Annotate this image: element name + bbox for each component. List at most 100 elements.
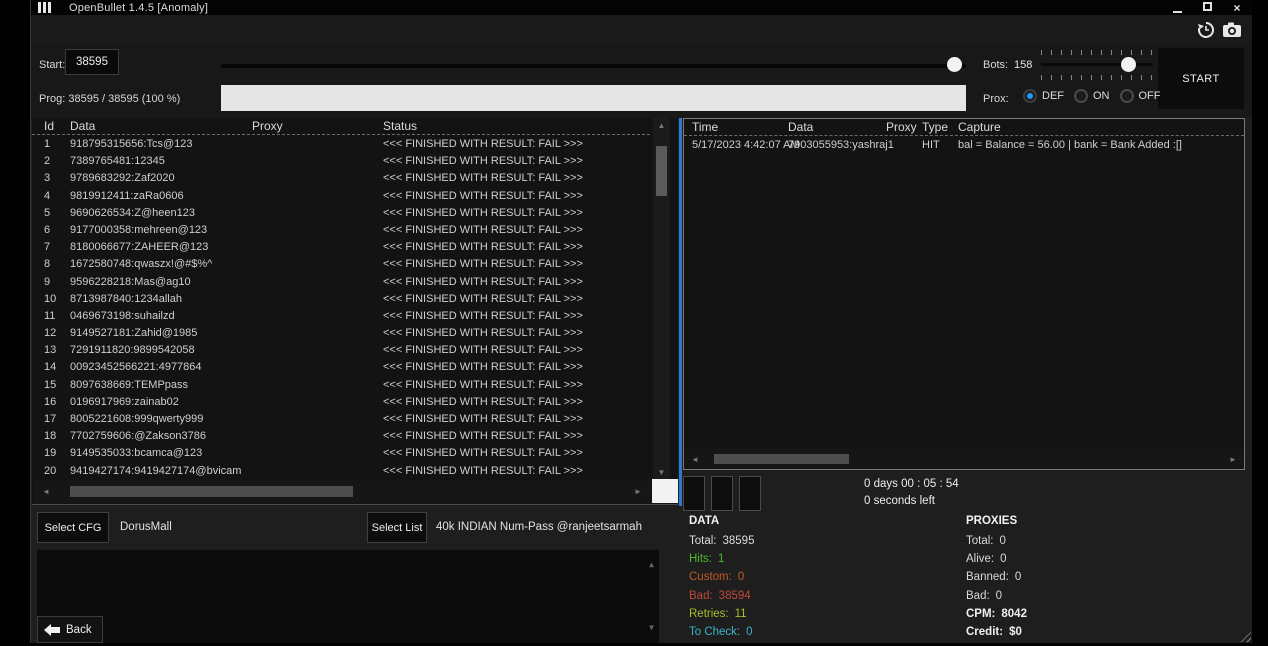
window-title: OpenBullet 1.4.5 [Anomaly] (69, 2, 208, 14)
camera-icon[interactable] (1222, 21, 1242, 39)
select-list-button[interactable]: Select List (367, 512, 427, 543)
scroll-right-icon[interactable]: ► (626, 487, 650, 496)
stat-row: Total:38595 (689, 532, 754, 550)
radio-icon[interactable] (1074, 89, 1088, 103)
table-row[interactable]: 5/17/2023 4:42:07 AM 7903055953:yashraj1… (684, 137, 1244, 154)
stat-row: Alive:0 (966, 550, 1027, 568)
stat-row: Credit:$0 (966, 623, 1027, 641)
data-stats: DATA Total:38595 Hits:1 Custom:0 Bad:385… (689, 515, 754, 641)
title-bar: OpenBullet 1.4.5 [Anomaly] × (31, 0, 1252, 15)
prox-radio-option[interactable]: OFF (1120, 89, 1161, 103)
scroll-right-icon[interactable]: ► (1222, 455, 1244, 464)
table-row[interactable]: 9 9596228218:Mas@ag10 <<< FINISHED WITH … (32, 274, 650, 291)
radio-icon[interactable] (1120, 89, 1134, 103)
runner-controls: Start: Bots: 158 START Prog: 38595 / 385… (31, 45, 1252, 118)
stat-row: Hits:1 (689, 550, 754, 568)
table-row[interactable]: 19 9149535033:bcamca@123 <<< FINISHED WI… (32, 445, 650, 462)
hits-tabs (683, 476, 761, 511)
bots-label: Bots: (983, 59, 1008, 71)
table-row[interactable]: 2 7389765481:12345 <<< FINISHED WITH RES… (32, 153, 650, 170)
prox-radio-option[interactable]: ON (1074, 89, 1110, 103)
table-row[interactable]: 16 0196917969:zainab02 <<< FINISHED WITH… (32, 394, 650, 411)
selected-config-name: DorusMall (120, 521, 172, 533)
scroll-left-icon[interactable]: ◄ (684, 455, 706, 464)
stat-row: Bad:0 (966, 587, 1027, 605)
scrollbar-thumb[interactable] (656, 146, 667, 196)
stat-row: CPM:8042 (966, 605, 1027, 623)
table-row[interactable]: 4 9819912411:zaRa0606 <<< FINISHED WITH … (32, 188, 650, 205)
proxies-stats: PROXIES Total:0 Alive:0 Banned:0 Bad:0 C… (966, 515, 1027, 641)
runner-log: ▲ ▼ (37, 550, 659, 643)
scroll-down-icon[interactable]: ▼ (653, 468, 670, 477)
table-row[interactable]: 10 8713987840:1234allah <<< FINISHED WIT… (32, 291, 650, 308)
stat-row: Total:0 (966, 532, 1027, 550)
table-row[interactable]: 15 8097638669:TEMPpass <<< FINISHED WITH… (32, 377, 650, 394)
bots-slider-thumb[interactable] (1121, 57, 1136, 72)
selected-wordlist-name: 40k INDIAN Num-Pass @ranjeetsarmah (436, 521, 642, 533)
scroll-left-icon[interactable]: ◄ (34, 487, 58, 496)
hits-tab-button[interactable] (683, 476, 705, 511)
scroll-up-icon[interactable]: ▲ (649, 558, 654, 572)
results-table-header: Id Data Proxy Status (32, 118, 650, 135)
elapsed-time: 0 days 00 : 05 : 54 (864, 476, 959, 493)
progress-label: Prog: 38595 / 38595 (100 %) (39, 93, 180, 105)
stat-row: Retries:11 (689, 605, 754, 623)
progress-bar (221, 85, 966, 111)
stat-row: To Check:0 (689, 623, 754, 641)
table-row[interactable]: 13 7291911820:9899542058 <<< FINISHED WI… (32, 342, 650, 359)
resize-grip[interactable] (1238, 629, 1251, 642)
stat-row: Custom:0 (689, 568, 754, 586)
bots-value: 158 (1014, 59, 1032, 71)
table-row[interactable]: 14 00923452566221:4977864 <<< FINISHED W… (32, 359, 650, 376)
scroll-down-icon[interactable]: ▼ (649, 621, 654, 635)
table-row[interactable]: 20 9419427174:9419427174@bvicam <<< FINI… (32, 463, 650, 480)
table-row[interactable]: 5 9690626534:Z@heen123 <<< FINISHED WITH… (32, 205, 650, 222)
scrollbar-thumb[interactable] (714, 454, 849, 464)
table-row[interactable]: 17 8005221608:999qwerty999 <<< FINISHED … (32, 411, 650, 428)
close-button[interactable]: × (1230, 1, 1244, 15)
table-row[interactable]: 6 9177000358:mehreen@123 <<< FINISHED WI… (32, 222, 650, 239)
start-label: Start: (39, 59, 65, 71)
table-row[interactable]: 8 1672580748:qwaszx!@#$%^ <<< FINISHED W… (32, 256, 650, 273)
main-slider[interactable] (221, 57, 966, 73)
table-row[interactable]: 18 7702759606:@Zakson3786 <<< FINISHED W… (32, 428, 650, 445)
scroll-up-icon[interactable]: ▲ (653, 121, 670, 130)
results-horizontal-scrollbar[interactable]: ◄ ► (34, 480, 650, 503)
table-row[interactable]: 1 918795315656:Tcs@123 <<< FINISHED WITH… (32, 136, 650, 153)
scrollbar-corner (652, 479, 678, 503)
radio-icon[interactable] (1023, 89, 1037, 103)
runner-results-table: Id Data Proxy Status 1 918795315656:Tcs@… (32, 118, 678, 505)
maximize-button[interactable] (1200, 2, 1214, 14)
app-window: OpenBullet 1.4.5 [Anomaly] × Start: Bots… (30, 0, 1252, 643)
stat-row: Bad:38594 (689, 587, 754, 605)
back-arrow-icon (44, 624, 60, 636)
table-row[interactable]: 11 0469673198:suhailzd <<< FINISHED WITH… (32, 308, 650, 325)
proxies-stats-title: PROXIES (966, 515, 1027, 527)
runner-timer: 0 days 00 : 05 : 54 0 seconds left (864, 476, 959, 510)
main-slider-thumb[interactable] (947, 57, 962, 72)
prox-label: Prox: (983, 93, 1009, 105)
stat-row: Banned:0 (966, 568, 1027, 586)
hits-horizontal-scrollbar[interactable]: ◄ ► (684, 449, 1244, 469)
hits-tab-button[interactable] (739, 476, 761, 511)
table-row[interactable]: 7 8180066677:ZAHEER@123 <<< FINISHED WIT… (32, 239, 650, 256)
scrollbar-thumb[interactable] (70, 486, 353, 497)
start-button[interactable]: START (1158, 48, 1244, 109)
table-row[interactable]: 3 9789683292:Zaf2020 <<< FINISHED WITH R… (32, 170, 650, 187)
table-row[interactable]: 12 9149527181:Zahid@1985 <<< FINISHED WI… (32, 325, 650, 342)
menu-bar (31, 15, 1252, 45)
history-icon[interactable] (1197, 21, 1215, 39)
start-input[interactable] (65, 49, 119, 75)
results-vertical-scrollbar[interactable]: ▲ ▼ (653, 118, 670, 480)
time-left: 0 seconds left (864, 493, 959, 510)
data-stats-title: DATA (689, 515, 754, 527)
prox-radio-option[interactable]: DEF (1023, 89, 1064, 103)
bots-slider[interactable] (1041, 50, 1153, 80)
hits-tab-button[interactable] (711, 476, 733, 511)
hits-table-header: Time Data Proxy Type Capture (684, 119, 1244, 136)
app-logo-icon (38, 2, 51, 13)
back-button[interactable]: Back (37, 616, 103, 643)
select-cfg-button[interactable]: Select CFG (37, 512, 109, 543)
minimize-button[interactable] (1170, 2, 1184, 14)
panel-splitter[interactable] (679, 118, 682, 506)
